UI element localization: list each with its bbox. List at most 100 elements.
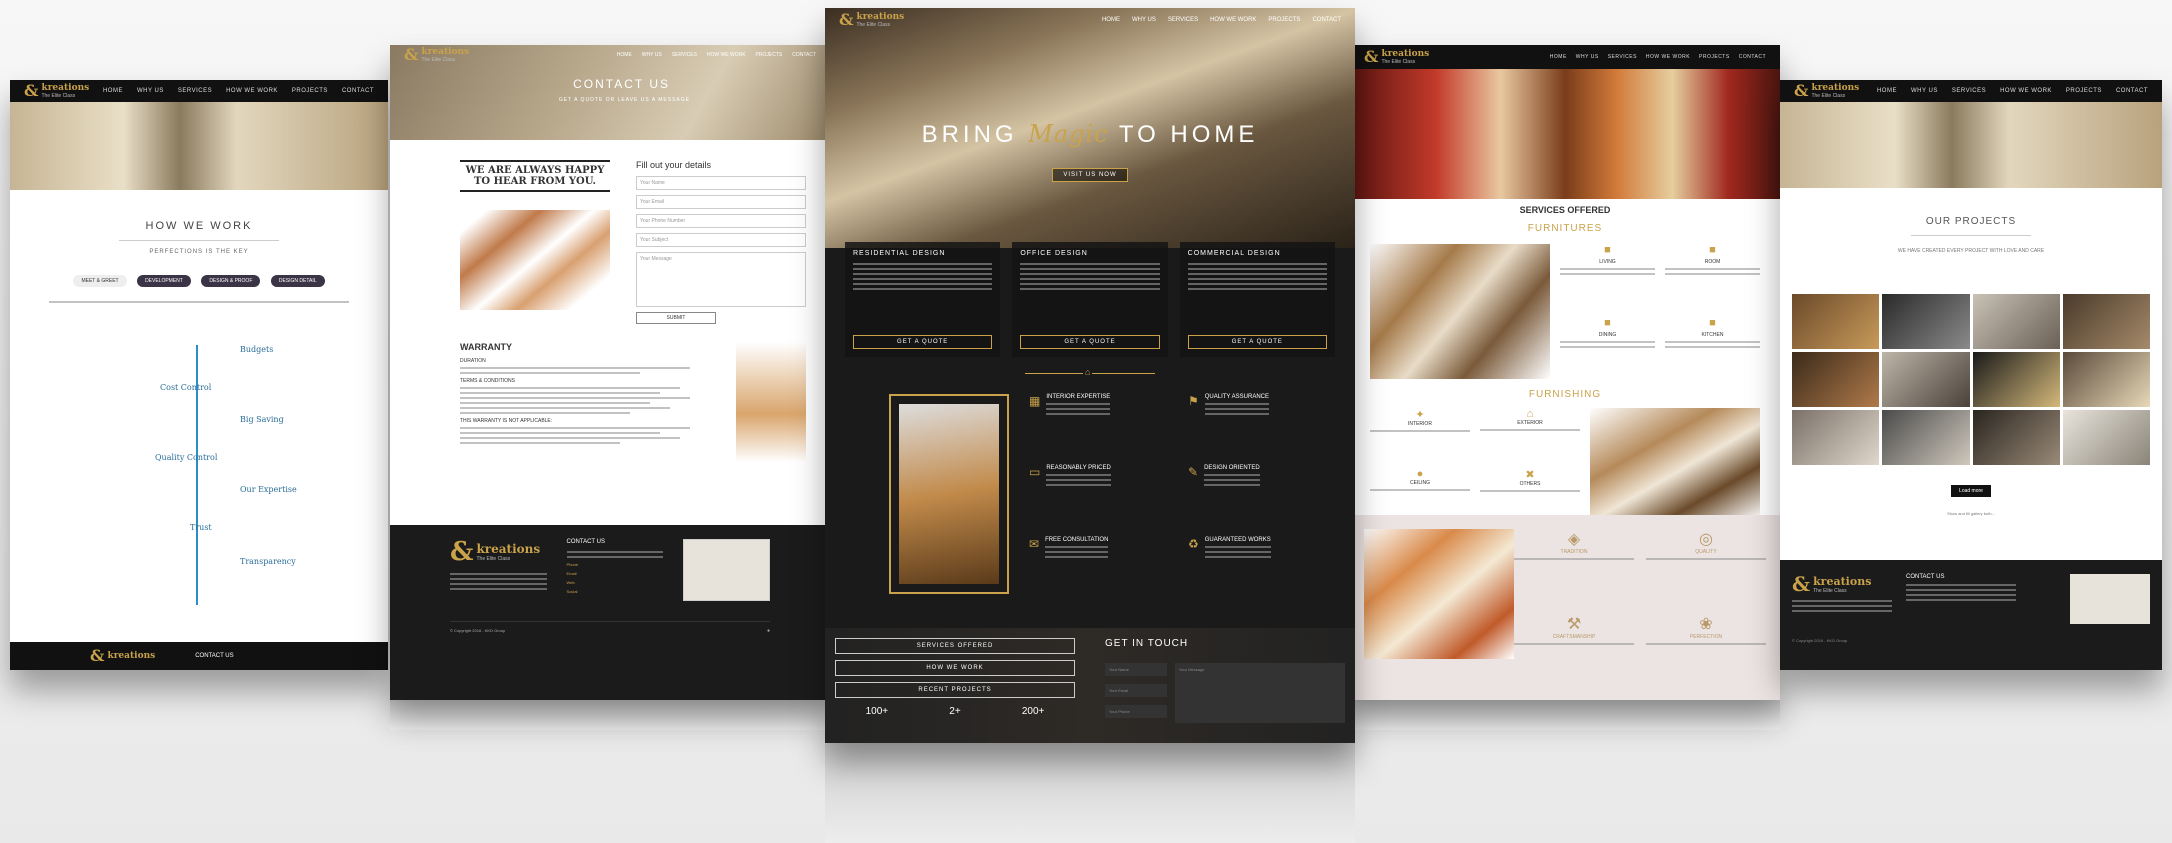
nav-projects[interactable]: PROJECTS <box>756 52 783 58</box>
nav-how-we-work[interactable]: HOW WE WORK <box>2000 88 2052 94</box>
nav-why-us[interactable]: WHY US <box>1132 17 1156 23</box>
get-quote-button[interactable]: GET A QUOTE <box>853 335 993 349</box>
name-field[interactable]: Your Name <box>636 176 806 190</box>
feature-title: GUARANTEED WORKS <box>1204 536 1271 543</box>
nav-how-we-work[interactable]: HOW WE WORK <box>1646 54 1690 60</box>
service-interior[interactable]: ✦ INTERIOR <box>1370 408 1470 458</box>
nav-why-us[interactable]: WHY US <box>137 88 164 94</box>
nav-projects[interactable]: PROJECTS <box>1268 17 1300 23</box>
nav-how-we-work[interactable]: HOW WE WORK <box>707 52 746 58</box>
pill-design-proof[interactable]: DESIGN & PROOF <box>201 275 261 287</box>
service-ceiling[interactable]: ● CEILING <box>1370 468 1470 518</box>
brand-logo[interactable]: & kreations The Elite Class <box>839 12 904 29</box>
nav-how-we-work[interactable]: HOW WE WORK <box>226 88 278 94</box>
nav-home[interactable]: HOME <box>103 88 123 94</box>
nav-services[interactable]: SERVICES <box>1952 88 1986 94</box>
gallery-item[interactable] <box>1882 294 1970 349</box>
home-hero: & kreations The Elite Class HOME WHY US SE… <box>825 8 1355 248</box>
contact-social[interactable]: Social <box>567 589 664 594</box>
nav-contact[interactable]: CONTACT <box>792 52 816 58</box>
service-room[interactable]: ■ ROOM <box>1665 244 1760 307</box>
pill-design-detail[interactable]: DESIGN DETAIL <box>270 275 325 287</box>
service-others[interactable]: ✖ OTHERS <box>1480 468 1580 518</box>
pill-meet[interactable]: MEET & GREET <box>73 275 127 287</box>
brand-logo[interactable]: & kreations The Elite Class <box>1794 83 1859 100</box>
service-dining[interactable]: ■ DINING <box>1560 317 1655 380</box>
nav-why-us[interactable]: WHY US <box>642 52 662 58</box>
how-we-work-button[interactable]: HOW WE WORK <box>835 660 1075 676</box>
nav-services[interactable]: SERVICES <box>1168 17 1198 23</box>
brand-logo[interactable]: & kreations The Elite Class <box>404 47 469 64</box>
submit-button[interactable]: SUBMIT <box>636 312 716 324</box>
gallery-item[interactable] <box>1972 410 2060 465</box>
footer-logo[interactable]: & kreations <box>90 648 155 664</box>
gallery-item[interactable] <box>1972 352 2060 407</box>
gallery-item[interactable] <box>1972 294 2060 349</box>
nav-why-us[interactable]: WHY US <box>1576 54 1599 60</box>
visit-us-button[interactable]: VISIT US NOW <box>1052 168 1128 182</box>
social-icon[interactable]: ● <box>767 628 770 634</box>
load-more-button[interactable]: Load more <box>1951 485 1991 497</box>
footer-logo[interactable]: & kreations The Elite Class <box>1792 574 1892 594</box>
service-label: EXTERIOR <box>1517 420 1543 426</box>
gallery-item[interactable] <box>1792 352 1880 407</box>
nav-home[interactable]: HOME <box>1877 88 1897 94</box>
brand-logo[interactable]: & kreations The Elite Class <box>24 83 89 100</box>
service-exterior[interactable]: ⌂ EXTERIOR <box>1480 408 1580 458</box>
nav-links: HOME WHY US SERVICES HOW WE WORK PROJECT… <box>103 88 374 94</box>
touch-name-field[interactable]: Your Name <box>1105 663 1167 676</box>
nav-how-we-work[interactable]: HOW WE WORK <box>1210 17 1256 23</box>
gallery-item[interactable] <box>1792 294 1880 349</box>
nav-home[interactable]: HOME <box>617 52 632 58</box>
values-section: ◈ TRADITION ◎ QUALITY ⚒ CRAFTSMANSHIP ❀ PERF… <box>1350 515 1780 700</box>
get-quote-button[interactable]: GET A QUOTE <box>1187 335 1327 349</box>
touch-email-field[interactable]: Your Email <box>1105 684 1167 697</box>
gallery-item[interactable] <box>1882 410 1970 465</box>
contact-form: Fill out your details Your Name Your Ema… <box>636 160 806 324</box>
gallery-item[interactable] <box>2062 352 2150 407</box>
nav-services[interactable]: SERVICES <box>672 52 697 58</box>
footer: & kreations The Elite Class CONTACT US © C… <box>1780 560 2162 670</box>
brand-logo[interactable]: & kreations The Elite Class <box>1364 49 1429 66</box>
pill-development[interactable]: DEVELOPMENT <box>137 275 191 287</box>
services-offered-button[interactable]: SERVICES OFFERED <box>835 638 1075 654</box>
email-field[interactable]: Your Email <box>636 195 806 209</box>
furniture-sketch <box>1370 244 1550 379</box>
recent-projects-button[interactable]: RECENT PROJECTS <box>835 682 1075 698</box>
feature-quality-assurance: ⚑ QUALITY ASSURANCE <box>1188 394 1331 451</box>
contact-email[interactable]: Email <box>567 571 664 576</box>
touch-message-field[interactable]: Your Message <box>1175 663 1345 723</box>
nav-services[interactable]: SERVICES <box>178 88 212 94</box>
nav-contact[interactable]: CONTACT <box>342 88 374 94</box>
service-living[interactable]: ■ LIVING <box>1560 244 1655 307</box>
nav-home[interactable]: HOME <box>1102 17 1120 23</box>
nav-why-us[interactable]: WHY US <box>1911 88 1938 94</box>
features-grid: ▦ INTERIOR EXPERTISE ⚑ QUALITY ASSURANCE ▭… <box>1029 394 1331 594</box>
get-quote-button[interactable]: GET A QUOTE <box>1020 335 1160 349</box>
phone-field[interactable]: Your Phone Number <box>636 214 806 228</box>
nav-projects[interactable]: PROJECTS <box>292 88 328 94</box>
warranty-terms: TERMS & CONDITIONS <box>460 378 516 384</box>
gallery-item[interactable] <box>2062 410 2150 465</box>
message-field[interactable]: Your Message <box>636 252 806 307</box>
map[interactable] <box>683 539 770 601</box>
footer-logo[interactable]: & kreations The Elite Class <box>450 539 547 565</box>
gallery-item[interactable] <box>1792 410 1880 465</box>
map[interactable] <box>2070 574 2150 624</box>
timeline-step: Budgets <box>240 345 274 354</box>
gallery-item[interactable] <box>1882 352 1970 407</box>
feature-title: INTERIOR EXPERTISE <box>1046 394 1111 400</box>
subject-field[interactable]: Your Subject <box>636 233 806 247</box>
gallery-item[interactable] <box>2062 294 2150 349</box>
contact-web[interactable]: Web <box>567 580 664 585</box>
nav-services[interactable]: SERVICES <box>1608 54 1637 60</box>
nav-projects[interactable]: PROJECTS <box>1699 54 1730 60</box>
service-kitchen[interactable]: ■ KITCHEN <box>1665 317 1760 380</box>
touch-phone-field[interactable]: Your Phone <box>1105 705 1167 718</box>
contact-hero: & kreations The Elite Class HOME WHY US SE… <box>390 45 830 140</box>
nav-contact[interactable]: CONTACT <box>2116 88 2148 94</box>
nav-contact[interactable]: CONTACT <box>1739 54 1766 60</box>
nav-home[interactable]: HOME <box>1550 54 1567 60</box>
nav-contact[interactable]: CONTACT <box>1312 17 1341 23</box>
nav-projects[interactable]: PROJECTS <box>2066 88 2102 94</box>
